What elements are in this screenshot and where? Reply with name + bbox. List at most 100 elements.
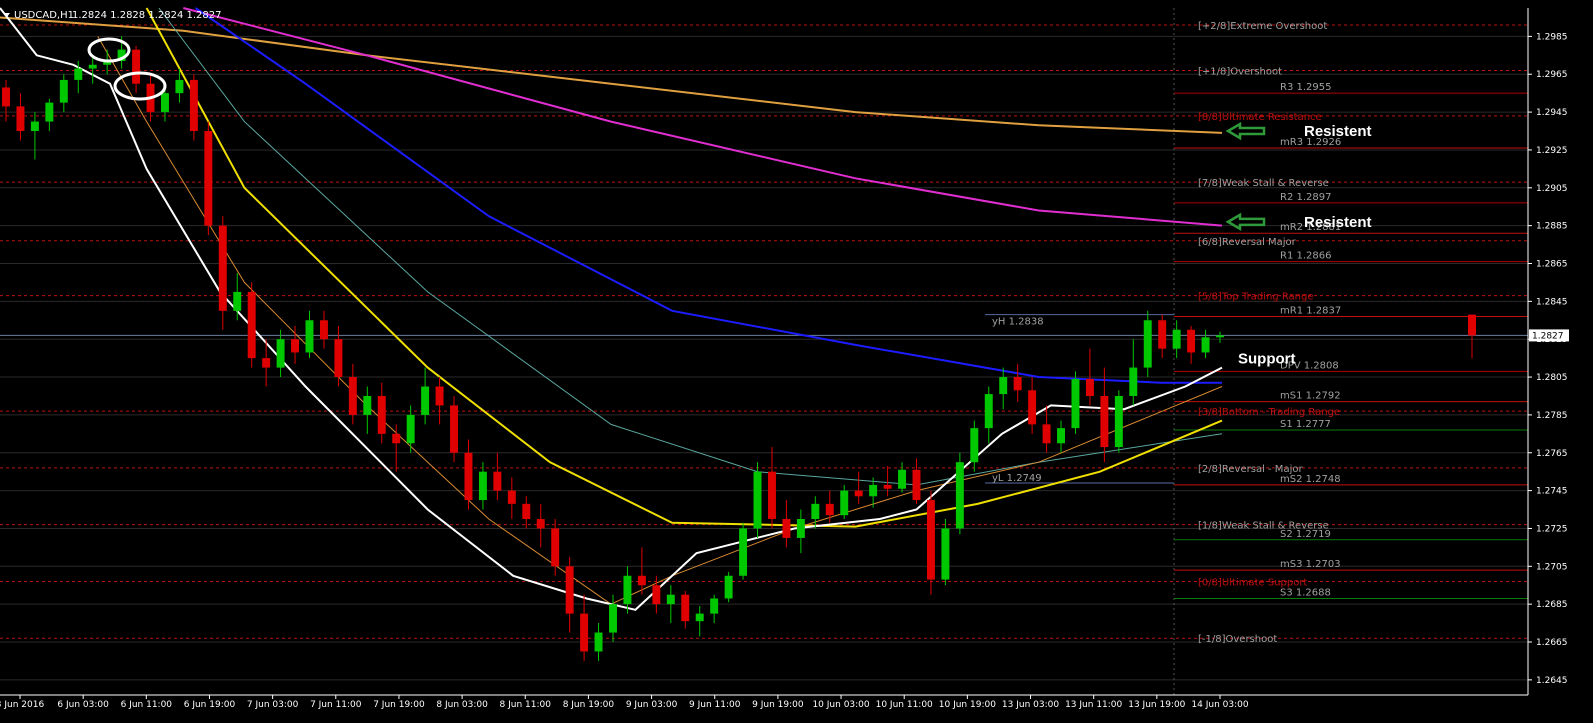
- murrey-label-0: [+2/8]Extreme Overshoot: [1198, 21, 1327, 32]
- candle-body-54: [782, 518, 791, 538]
- candle-body-83: [1201, 337, 1210, 353]
- y-tick-label-14: 1.2705: [1536, 562, 1568, 572]
- yesterday-high-label: yH 1.2838: [992, 317, 1044, 328]
- candle-body-37: [536, 518, 545, 529]
- chart-header[interactable]: USDCAD,H1 1.2824 1.2828 1.2824 1.2827: [4, 10, 222, 21]
- candle-body-78: [1129, 367, 1138, 396]
- candle-body-58: [840, 490, 849, 516]
- y-tick-label-10: 1.2785: [1536, 411, 1568, 421]
- x-tick-label-2: 6 Jun 11:00: [121, 700, 173, 710]
- candle-body-55: [796, 518, 805, 538]
- candle-body-52: [753, 471, 762, 529]
- candle-body-72: [1042, 424, 1051, 444]
- y-tick-label-5: 1.2885: [1536, 222, 1568, 232]
- candle-body-59: [854, 490, 863, 497]
- candle-body-36: [522, 503, 531, 519]
- y-tick-label-4: 1.2905: [1536, 184, 1568, 194]
- annotation-resistance-0: Resistent: [1304, 123, 1372, 140]
- y-tick-label-16: 1.2665: [1536, 638, 1568, 648]
- pivot-label-11: mR1 1.2837: [1280, 305, 1341, 316]
- murrey-label-14: [3/8]Bottom - Trading Range: [1198, 407, 1340, 418]
- candle-body-67: [970, 428, 979, 463]
- candle-body-29: [421, 386, 430, 415]
- candle-body-70: [1013, 377, 1022, 391]
- x-tick-label-12: 9 Jun 19:00: [752, 700, 804, 710]
- candle-body-11: [161, 93, 169, 113]
- candle-body-53: [768, 471, 776, 519]
- candle-body-81: [1172, 329, 1181, 349]
- candle-body-57: [825, 503, 834, 516]
- candle-body-13: [189, 79, 198, 132]
- x-tick-label-5: 7 Jun 11:00: [310, 700, 362, 710]
- x-tick-label-7: 8 Jun 03:00: [436, 700, 488, 710]
- candle-body-43: [623, 575, 632, 605]
- candle-body-50: [724, 575, 733, 599]
- symbol-label: USDCAD,H1: [14, 10, 74, 21]
- candle-body-28: [406, 414, 415, 444]
- x-tick-label-9: 8 Jun 19:00: [563, 700, 615, 710]
- price-chart[interactable]: [+2/8]Extreme Overshoot [+1/8]Overshoot R3…: [0, 0, 1593, 723]
- pivot-label-15: S1 1.2777: [1280, 419, 1331, 430]
- candle-body-46: [666, 594, 675, 605]
- candle-body-56: [811, 503, 820, 519]
- candle-body-14: [204, 131, 213, 226]
- pivot-label-6: R2 1.2897: [1280, 192, 1331, 203]
- candle-body-73: [1057, 428, 1065, 444]
- y-tick-label-12: 1.2745: [1536, 487, 1568, 497]
- x-tick-label-6: 7 Jun 19:00: [373, 700, 425, 710]
- candle-body-42: [609, 604, 617, 633]
- future-candle-body: [1468, 314, 1476, 336]
- x-tick-label-19: 14 Jun 03:00: [1191, 700, 1248, 710]
- pivot-label-2: R3 1.2955: [1280, 82, 1331, 93]
- candle-body-39: [565, 566, 574, 614]
- candle-body-5: [74, 68, 83, 80]
- candle-body-20: [291, 339, 300, 353]
- candle-body-74: [1071, 378, 1080, 429]
- candle-body-30: [435, 386, 444, 406]
- candle-body-31: [450, 405, 458, 453]
- candle-body-76: [1100, 395, 1109, 448]
- candle-body-71: [1028, 390, 1037, 425]
- y-tick-label-7: 1.2845: [1536, 297, 1568, 307]
- candle-body-38: [551, 528, 560, 567]
- candle-body-32: [464, 452, 473, 501]
- candle-body-0: [2, 87, 10, 107]
- murrey-label-3: [8/8]Ultimate Resistance: [1198, 112, 1322, 123]
- candle-body-41: [594, 632, 603, 652]
- y-tick-label-6: 1.2865: [1536, 259, 1568, 269]
- y-tick-label-2: 1.2945: [1536, 108, 1568, 118]
- y-tick-label-0: 1.2985: [1536, 32, 1568, 42]
- x-tick-label-16: 13 Jun 03:00: [1002, 700, 1059, 710]
- candle-body-4: [59, 79, 68, 103]
- candle-body-34: [493, 471, 502, 491]
- candle-body-82: [1187, 329, 1196, 353]
- x-tick-label-15: 10 Jun 19:00: [939, 700, 996, 710]
- x-tick-label-0: 3 Jun 2016: [0, 700, 44, 710]
- y-tick-label-17: 1.2645: [1536, 676, 1568, 686]
- pivot-label-9: R1 1.2866: [1280, 251, 1331, 262]
- pivot-label-17: mS2 1.2748: [1280, 474, 1341, 485]
- murrey-label-10: [5/8]Top Trading Range: [1198, 292, 1314, 303]
- candle-body-3: [45, 102, 54, 122]
- y-tick-label-11: 1.2765: [1536, 449, 1568, 459]
- chart-background: [0, 0, 1593, 723]
- candle-body-51: [739, 528, 748, 576]
- candle-body-44: [637, 575, 646, 586]
- candle-body-48: [695, 613, 704, 622]
- y-tick-label-9: 1.2805: [1536, 373, 1568, 383]
- candle-body-22: [319, 320, 328, 340]
- y-tick-label-1: 1.2965: [1536, 70, 1568, 80]
- x-tick-label-1: 6 Jun 03:00: [57, 700, 109, 710]
- candle-body-35: [507, 490, 516, 504]
- candle-body-84: [1216, 335, 1224, 338]
- candle-body-60: [869, 484, 878, 497]
- murrey-label-5: [7/8]Weak Stall & Reverse: [1198, 178, 1329, 189]
- x-tick-label-3: 6 Jun 19:00: [184, 700, 236, 710]
- y-tick-label-13: 1.2725: [1536, 524, 1568, 534]
- x-tick-label-11: 9 Jun 11:00: [689, 700, 741, 710]
- candle-body-64: [926, 500, 935, 580]
- y-tick-label-3: 1.2925: [1536, 146, 1568, 156]
- ohlc-label: 1.2824 1.2828 1.2824 1.2827: [72, 10, 222, 21]
- x-tick-label-13: 10 Jun 03:00: [812, 700, 869, 710]
- candle-body-19: [276, 339, 285, 368]
